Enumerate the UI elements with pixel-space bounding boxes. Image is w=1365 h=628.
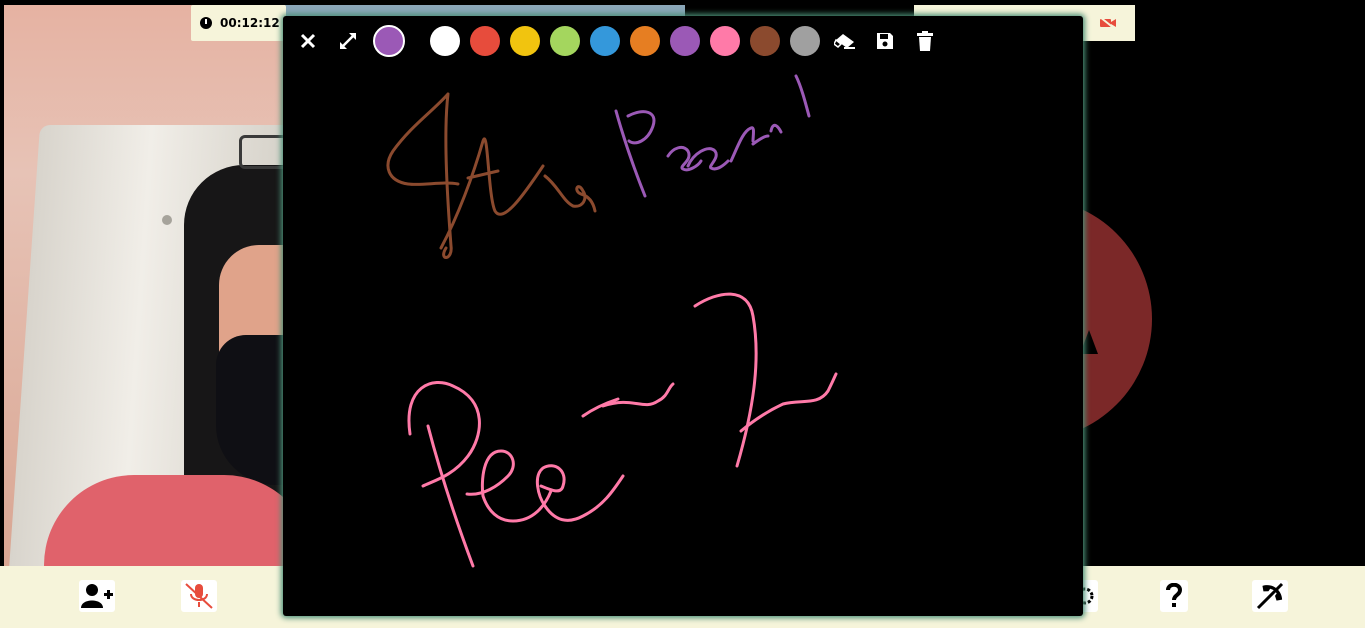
end-call-icon: [1256, 582, 1284, 610]
color-swatch[interactable]: [510, 26, 540, 56]
color-swatch[interactable]: [630, 26, 660, 56]
clear-button[interactable]: [913, 29, 937, 53]
help-icon: [1166, 583, 1183, 607]
mic-off-icon: [185, 583, 213, 609]
color-swatch[interactable]: [710, 26, 740, 56]
drawing-canvas[interactable]: [283, 16, 1083, 616]
local-video: [4, 5, 304, 566]
whiteboard-panel[interactable]: [283, 16, 1083, 616]
color-swatch[interactable]: [590, 26, 620, 56]
trash-icon: [917, 31, 933, 51]
color-swatch[interactable]: [790, 26, 820, 56]
headboard-tuft: [162, 215, 172, 225]
expand-icon: [340, 33, 356, 49]
clock-icon: [200, 17, 212, 29]
brown-writing: [386, 92, 597, 259]
color-swatch[interactable]: [750, 26, 780, 56]
whiteboard-toolbar: [283, 16, 1083, 66]
close-icon: [300, 33, 316, 49]
color-swatch[interactable]: [430, 26, 460, 56]
color-swatch[interactable]: [550, 26, 580, 56]
close-button[interactable]: [296, 29, 320, 53]
timer-text: 00:12:12: [220, 16, 280, 30]
settings-icon: [1081, 587, 1094, 605]
help-button[interactable]: [1160, 580, 1188, 612]
color-swatch[interactable]: [670, 26, 700, 56]
save-button[interactable]: [873, 29, 897, 53]
eraser-button[interactable]: [833, 29, 857, 53]
add-user-icon: [81, 584, 113, 608]
mute-button[interactable]: [181, 580, 217, 612]
end-call-button[interactable]: [1252, 580, 1288, 612]
color-swatch[interactable]: [470, 26, 500, 56]
save-icon: [877, 33, 893, 49]
camera-off-icon: [1099, 16, 1116, 30]
pink-writing: [407, 292, 838, 568]
purple-writing: [614, 74, 811, 198]
add-user-button[interactable]: [79, 580, 115, 612]
eraser-icon: [834, 34, 855, 49]
call-timer: 00:12:12: [191, 5, 286, 41]
current-color-swatch[interactable]: [373, 25, 405, 57]
fullscreen-button[interactable]: [336, 29, 360, 53]
